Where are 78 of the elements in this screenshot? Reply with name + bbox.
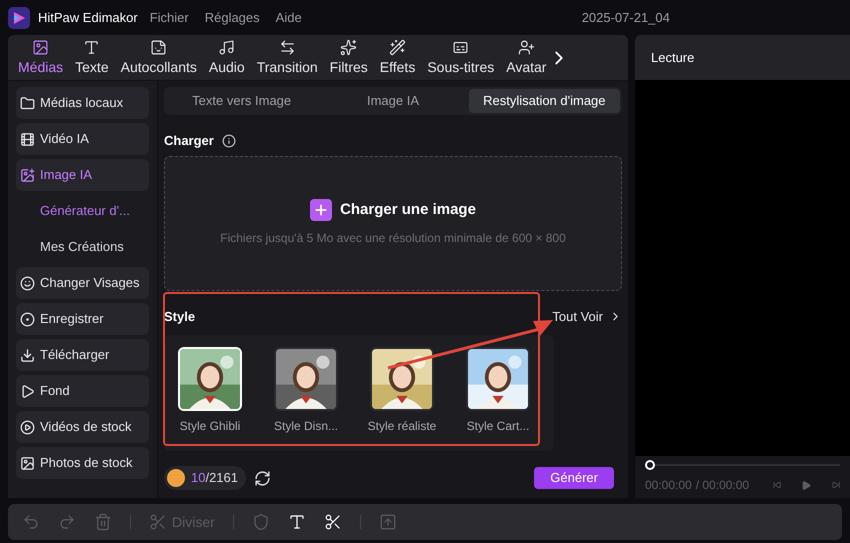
refresh-icon[interactable] xyxy=(254,470,272,486)
style-option[interactable]: Style Disn... xyxy=(274,346,338,450)
download-icon xyxy=(20,348,35,362)
media-tab[interactable]: Texte xyxy=(69,39,115,75)
see-all-link[interactable]: Tout Voir xyxy=(552,306,622,326)
photo-icon xyxy=(20,456,35,470)
section-heading: Charger xyxy=(164,132,214,150)
time-total: / 00:00:00 xyxy=(696,477,750,494)
sparkle-icon xyxy=(340,39,358,56)
menu-item[interactable]: Fichier xyxy=(146,8,193,28)
sidebar-item[interactable]: Enregistrer xyxy=(16,303,149,335)
mode-tab[interactable]: Texte vers Image xyxy=(166,89,318,113)
undo-icon xyxy=(22,513,40,531)
mode-tab[interactable]: Image IA xyxy=(317,89,469,113)
sidebar-item[interactable]: Médias locaux xyxy=(16,87,149,119)
media-tab[interactable]: Audio xyxy=(202,39,251,75)
folder-icon xyxy=(20,96,35,110)
captions-icon xyxy=(452,39,470,56)
sidebar-item[interactable]: Image IA xyxy=(16,159,149,191)
media-tab[interactable]: Autocollants xyxy=(114,39,203,75)
timeline-slider[interactable] xyxy=(645,458,840,472)
text-icon xyxy=(83,39,100,56)
video-icon xyxy=(20,132,35,146)
shield-icon xyxy=(252,513,270,531)
image-plus-icon xyxy=(20,168,35,182)
media-tab[interactable]: Filtres xyxy=(324,39,374,75)
style-option[interactable]: Style Cart... xyxy=(466,346,530,450)
project-name: 2025-07-21_04 xyxy=(582,8,670,27)
user-plus-icon xyxy=(518,39,535,56)
image-icon xyxy=(32,39,50,56)
menu-item[interactable]: Réglages xyxy=(200,8,264,28)
export-icon xyxy=(378,513,397,531)
media-tab[interactable]: Effets xyxy=(374,39,422,75)
menu-item[interactable]: Aide xyxy=(272,8,306,28)
info-icon[interactable] xyxy=(222,134,236,148)
coin-icon xyxy=(167,469,185,487)
arrows-icon xyxy=(278,39,296,56)
time-current: 00:00:00 xyxy=(645,477,692,494)
triangle-icon xyxy=(20,384,35,398)
record-icon xyxy=(20,312,35,326)
section-heading: Style xyxy=(164,308,196,326)
mode-tab[interactable]: Restylisation d'image xyxy=(468,89,620,113)
sidebar-subitem[interactable]: Générateur d'... xyxy=(16,195,149,227)
slider-thumb[interactable] xyxy=(645,460,655,470)
redo-icon xyxy=(58,513,76,531)
media-tab[interactable]: Transition xyxy=(250,39,324,75)
sidebar-item[interactable]: Télécharger xyxy=(16,339,149,371)
scissors-icon xyxy=(149,513,167,531)
play-icon xyxy=(20,420,35,434)
sidebar-subitem[interactable]: Mes Créations xyxy=(16,231,149,263)
sidebar-item[interactable]: Vidéos de stock xyxy=(16,411,149,443)
scissors-icon xyxy=(324,513,342,531)
sidebar-item[interactable]: Changer Visages xyxy=(16,267,149,299)
media-tab[interactable]: Avatar xyxy=(500,39,552,75)
music-icon xyxy=(218,39,236,56)
upload-dropzone[interactable]: Charger une image Fichiers jusqu'à 5 Mo avec une résolution minimale de 600 × 800 xyxy=(164,156,622,290)
generate-button[interactable]: Générer xyxy=(534,467,614,489)
credits-badge: 10/2161 xyxy=(164,466,246,490)
sidebar-item[interactable]: Fond xyxy=(16,375,149,407)
sidebar-item[interactable]: Vidéo IA xyxy=(16,123,149,155)
trash-icon xyxy=(94,513,112,531)
text-icon xyxy=(288,513,306,531)
upload-hint: Fichiers jusqu'à 5 Mo avec une résolution minimale de 600 × 800 xyxy=(220,230,566,248)
sidebar-item[interactable]: Photos de stock xyxy=(16,447,149,479)
media-tab[interactable]: Sous-titres xyxy=(421,39,500,75)
style-option[interactable]: Style Ghibli xyxy=(178,346,242,450)
app-logo xyxy=(8,6,30,28)
toolbar-button[interactable] xyxy=(324,513,342,531)
panel-title: Lecture xyxy=(651,48,694,67)
toolbar-button[interactable] xyxy=(288,513,306,531)
wand-icon xyxy=(389,39,406,56)
style-option[interactable]: Style réaliste xyxy=(370,346,434,450)
plus-icon xyxy=(310,199,332,221)
app-name: HitPaw Edimakor xyxy=(38,8,138,27)
face-icon xyxy=(20,276,35,290)
sticker-icon xyxy=(150,39,168,56)
media-tab[interactable]: Médias xyxy=(12,39,70,75)
upload-label: Charger une image xyxy=(340,200,476,220)
